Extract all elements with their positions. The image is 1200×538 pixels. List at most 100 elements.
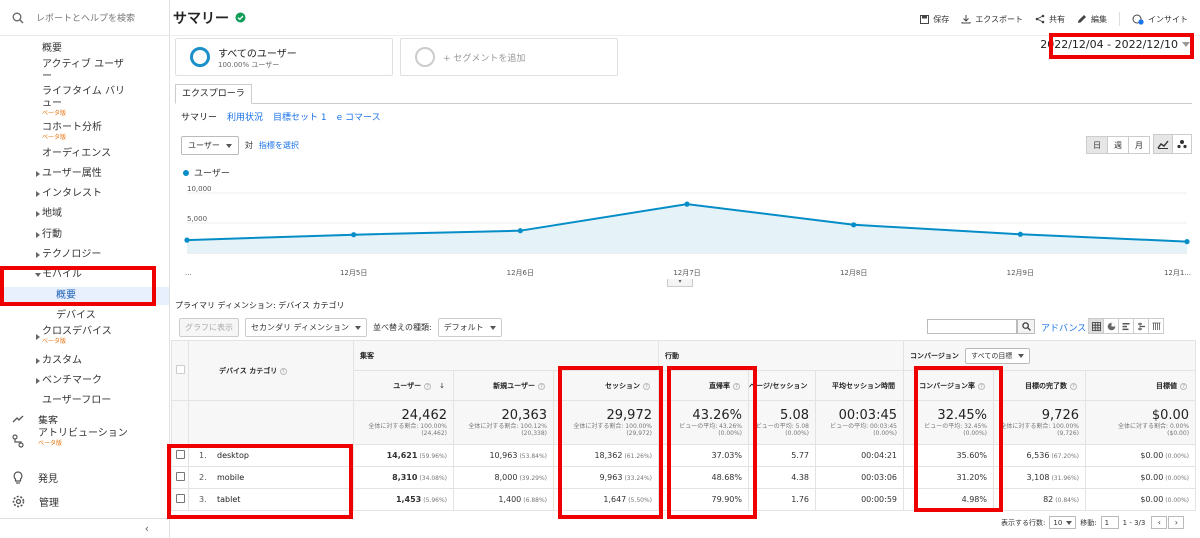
- insight-button[interactable]: インサイト: [1132, 14, 1188, 25]
- sidebar-item-audiences[interactable]: オーディエンス: [0, 148, 169, 160]
- col-goal-completions[interactable]: 目標の完了数?: [993, 370, 1086, 401]
- data-table: デバイス カテゴリ ? 集客 行動 コンバージョン すべての目標 ユーザー? ↓ …: [171, 340, 1197, 511]
- line-chart-view-button[interactable]: [1153, 134, 1173, 154]
- advanced-filter-link[interactable]: アドバンス: [1041, 321, 1086, 334]
- data-point[interactable]: [184, 237, 190, 243]
- period-month-button[interactable]: 月: [1128, 136, 1150, 154]
- segment-all-users[interactable]: すべてのユーザー 100.00% ユーザー: [175, 38, 393, 76]
- primary-dimension-value[interactable]: デバイス カテゴリ: [278, 301, 344, 310]
- row-name-link[interactable]: tablet: [217, 495, 240, 504]
- comparison-view-button[interactable]: [1133, 318, 1149, 334]
- select-metric-link[interactable]: 指標を選択: [259, 140, 299, 151]
- col-avg-session-duration[interactable]: 平均セッション時間: [815, 370, 904, 401]
- sidebar-item-acquisition[interactable]: 集客: [0, 414, 169, 424]
- prev-page-button[interactable]: ‹: [1151, 516, 1168, 529]
- col-conversion-rate[interactable]: コンバージョン率?: [903, 370, 994, 401]
- data-point[interactable]: [351, 232, 357, 238]
- cell-goal-completions: 3,108 (31.96%): [993, 466, 1086, 489]
- cell-value: 82: [1043, 495, 1054, 504]
- dimension-header[interactable]: デバイス カテゴリ ?: [188, 340, 354, 401]
- save-button[interactable]: 保存: [920, 14, 949, 25]
- sidebar-collapse-button[interactable]: ‹: [0, 518, 169, 538]
- primary-dimension-label: プライマリ ディメンション:: [175, 301, 276, 310]
- data-point[interactable]: [851, 222, 857, 228]
- table-search-button[interactable]: [1017, 319, 1035, 334]
- sidebar-item-demographics[interactable]: ユーザー属性: [0, 168, 169, 180]
- motion-chart-view-button[interactable]: [1172, 134, 1192, 154]
- plot-rows-button[interactable]: グラフに表示: [179, 318, 239, 337]
- share-button[interactable]: 共有: [1035, 14, 1065, 25]
- goto-page-input[interactable]: 1: [1100, 516, 1119, 529]
- chart-resize-handle[interactable]: ▾: [667, 279, 693, 287]
- rows-per-page-select[interactable]: 10: [1049, 516, 1077, 529]
- sidebar-item-interests[interactable]: インタレスト: [0, 188, 169, 200]
- sidebar-item-custom[interactable]: カスタム: [0, 355, 169, 367]
- total-sub: ビューの平均: 5.08: [755, 423, 809, 430]
- table-search-input[interactable]: [927, 319, 1017, 334]
- row-name-link[interactable]: mobile: [217, 473, 244, 482]
- chevron-right-icon: ›: [1174, 518, 1178, 527]
- sidebar-item-devices[interactable]: デバイス: [0, 310, 169, 322]
- subtab-ecommerce[interactable]: e コマース: [337, 110, 381, 123]
- sidebar-item-active-users[interactable]: アクティブ ユーザー: [0, 59, 130, 83]
- cell-value: 1,400: [498, 495, 522, 504]
- metric-dropdown[interactable]: ユーザー: [181, 136, 239, 155]
- data-point[interactable]: [1017, 231, 1023, 237]
- data-table-view-button[interactable]: [1088, 318, 1104, 334]
- data-point[interactable]: [684, 201, 690, 207]
- row-checkbox[interactable]: [175, 472, 185, 481]
- subtab-goal-set-1[interactable]: 目標セット 1: [273, 110, 327, 123]
- sidebar-item-overview[interactable]: 概要: [0, 43, 169, 55]
- col-goal-value[interactable]: 目標値?: [1084, 370, 1197, 401]
- total-new-users: 20,363 全体に対する割合: 100.12% (20,338): [453, 400, 554, 445]
- sort-type-dropdown[interactable]: デフォルト: [437, 318, 502, 337]
- sidebar-item-behavior[interactable]: 行動: [0, 229, 169, 241]
- goal-select-dropdown[interactable]: すべての目標: [965, 347, 1031, 364]
- sidebar-item-technology[interactable]: テクノロジー: [0, 249, 169, 261]
- sidebar-item-cohort[interactable]: コホート分析 ベータ版: [0, 122, 169, 141]
- select-all-checkbox[interactable]: [175, 365, 185, 374]
- search-placeholder: レポートとヘルプを検索: [36, 14, 136, 24]
- sidebar-item-label: インタレスト: [42, 188, 102, 199]
- sidebar-item-lifetime-value[interactable]: ライフタイム バリュー ベータ版: [0, 86, 130, 117]
- sidebar-item-geo[interactable]: 地域: [0, 208, 169, 220]
- sidebar-item-attribution[interactable]: アトリビューション ベータ版: [0, 428, 169, 456]
- period-day-button[interactable]: 日: [1086, 136, 1108, 154]
- pie-view-button[interactable]: [1103, 318, 1119, 334]
- add-segment-button[interactable]: + セグメントを追加: [400, 38, 618, 76]
- sidebar-item-mobile[interactable]: モバイル: [0, 269, 169, 281]
- col-sessions[interactable]: セッション?: [553, 370, 659, 401]
- x-tick-label: 12月5日: [340, 269, 367, 277]
- secondary-dimension-dropdown[interactable]: セカンダリ ディメンション: [245, 318, 367, 337]
- col-new-users[interactable]: 新規ユーザー?: [453, 370, 554, 401]
- data-point[interactable]: [517, 228, 523, 234]
- sidebar-item-cross-device[interactable]: クロスデバイス ベータ版: [0, 326, 169, 345]
- period-week-button[interactable]: 週: [1107, 136, 1129, 154]
- cell-users: 14,621 (59.96%): [353, 444, 454, 467]
- sidebar-item-mobile-overview[interactable]: 概要: [0, 290, 169, 302]
- date-range-picker[interactable]: 2022/12/04 - 2022/12/10: [1040, 38, 1190, 51]
- col-bounce-rate[interactable]: 直帰率?: [658, 370, 749, 401]
- sidebar-search[interactable]: レポートとヘルプを検索: [0, 0, 169, 36]
- subtab-summary[interactable]: サマリー: [181, 110, 217, 123]
- col-pages-per-session[interactable]: ページ/セッション: [748, 370, 816, 401]
- next-page-button[interactable]: ›: [1168, 516, 1185, 529]
- sidebar-item-admin[interactable]: 管理: [0, 494, 169, 509]
- data-point[interactable]: [1184, 239, 1190, 245]
- export-button[interactable]: エクスポート: [961, 14, 1023, 25]
- edit-button[interactable]: 編集: [1077, 14, 1107, 25]
- row-checkbox[interactable]: [175, 494, 185, 503]
- cell-pct: (61.26%): [624, 453, 652, 460]
- subtab-usage[interactable]: 利用状況: [227, 110, 263, 123]
- col-users[interactable]: ユーザー? ↓: [353, 370, 454, 401]
- pivot-view-button[interactable]: [1148, 318, 1164, 334]
- sidebar-item-user-flow[interactable]: ユーザーフロー: [0, 395, 169, 407]
- sidebar-item-discover[interactable]: 発見: [0, 470, 169, 485]
- row-name-link[interactable]: desktop: [217, 451, 249, 460]
- cell-pct: (0.84%): [1055, 497, 1079, 504]
- tab-explorer[interactable]: エクスプローラ: [175, 84, 252, 104]
- total-value: 43.26%: [692, 408, 742, 423]
- row-checkbox[interactable]: [175, 450, 185, 459]
- sidebar-item-benchmark[interactable]: ベンチマーク: [0, 375, 169, 387]
- performance-view-button[interactable]: [1118, 318, 1134, 334]
